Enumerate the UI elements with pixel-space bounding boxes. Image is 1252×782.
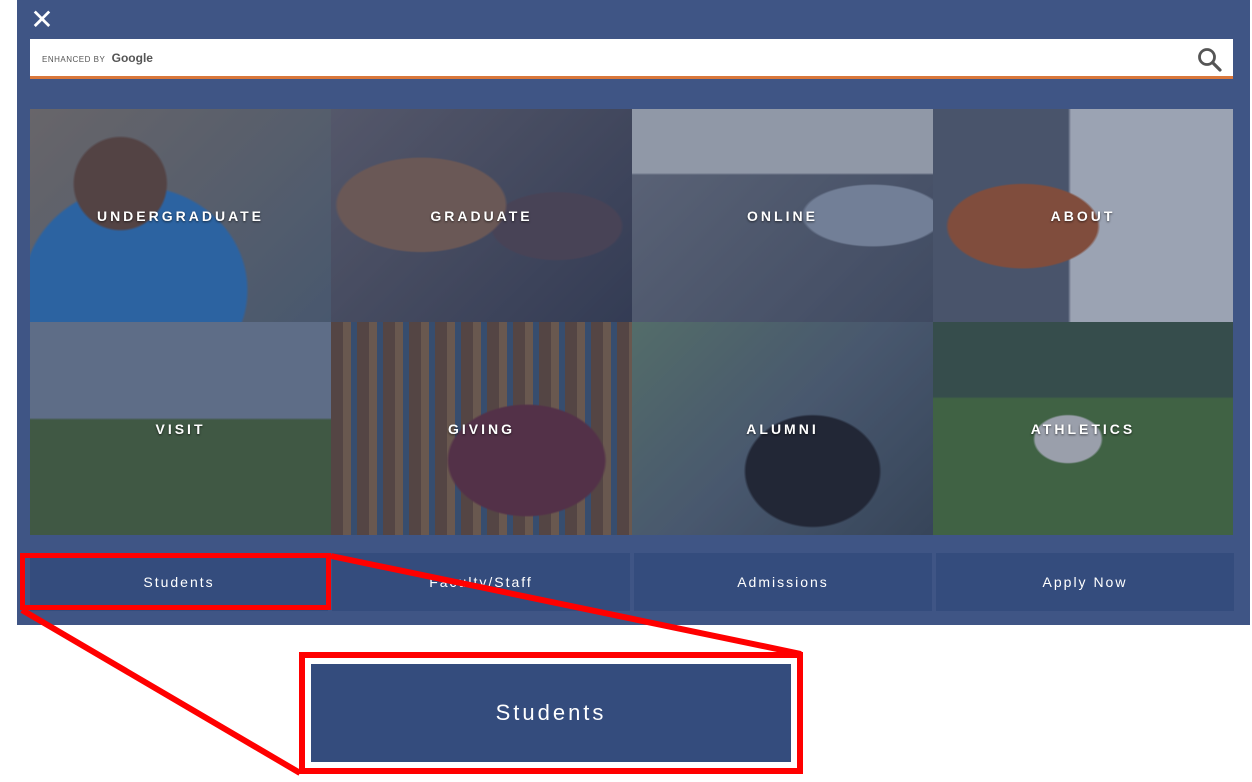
tile-athletics[interactable]: ATHLETICS [933, 322, 1233, 535]
tile-label: GRADUATE [430, 207, 533, 224]
tile-label: ONLINE [747, 207, 818, 224]
search-icon[interactable] [1197, 47, 1223, 73]
highlight-box [20, 553, 331, 610]
zoomed-students-button: Students [311, 664, 791, 762]
close-icon[interactable]: ✕ [29, 6, 55, 34]
tile-label: UNDERGRADUATE [96, 207, 265, 224]
zoom-callout: Students [299, 652, 803, 774]
tile-label: ATHLETICS [1030, 420, 1136, 437]
tile-graduate[interactable]: GRADUATE [331, 109, 632, 322]
tile-grid: UNDERGRADUATE GRADUATE ONLINE ABOUT VISI… [30, 109, 1233, 535]
tile-label: VISIT [155, 420, 206, 437]
tile-giving[interactable]: GIVING [331, 322, 632, 535]
tile-label: ABOUT [1050, 207, 1116, 224]
tile-label: GIVING [447, 420, 515, 437]
google-brand: Google [111, 51, 153, 65]
admissions-button[interactable]: Admissions [634, 553, 932, 611]
tile-alumni[interactable]: ALUMNI [632, 322, 933, 535]
tile-label: ALUMNI [746, 420, 819, 437]
tile-undergraduate[interactable]: UNDERGRADUATE [30, 109, 331, 322]
tile-visit[interactable]: VISIT [30, 322, 331, 535]
tile-about[interactable]: ABOUT [933, 109, 1233, 322]
search-input[interactable] [190, 45, 1194, 71]
enhanced-by-text: ENHANCED BY [42, 55, 106, 64]
apply-now-button[interactable]: Apply Now [936, 553, 1234, 611]
search-bar: ENHANCED BY Google [30, 39, 1233, 79]
faculty-staff-button[interactable]: Faculty/Staff [332, 553, 630, 611]
tile-online[interactable]: ONLINE [632, 109, 933, 322]
search-branding: ENHANCED BY Google [42, 51, 153, 65]
